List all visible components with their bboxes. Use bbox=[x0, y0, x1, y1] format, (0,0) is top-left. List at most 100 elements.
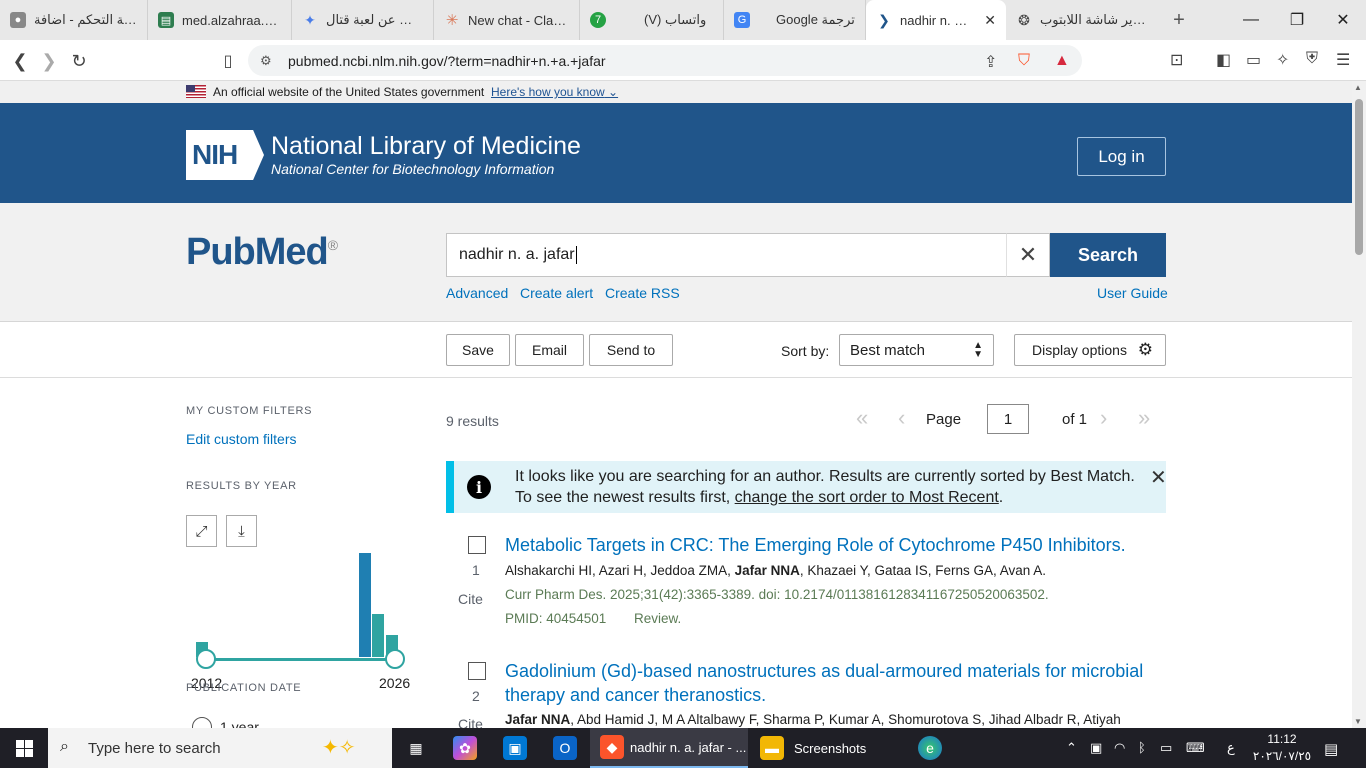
publication-date-heading: PUBLICATION DATE bbox=[186, 682, 302, 694]
browser-tab-alzahraa[interactable]: ▤ med.alzahraa.edu bbox=[148, 0, 292, 40]
send-to-button[interactable]: Send to bbox=[589, 334, 673, 366]
forward-icon[interactable]: ❯ bbox=[36, 48, 62, 74]
taskbar-brave-app[interactable]: ◆ nadhir n. a. jafar - ... bbox=[590, 728, 748, 768]
taskbar-screenshots-app[interactable]: ▬ Screenshots bbox=[752, 728, 902, 768]
display-options-button[interactable]: Display options ⚙ bbox=[1014, 334, 1166, 366]
heres-how-you-know-link[interactable]: Here's how you know ⌄ bbox=[491, 85, 618, 99]
scroll-up-icon[interactable]: ▲ bbox=[1354, 83, 1362, 92]
copilot-app-icon[interactable]: ✿ bbox=[453, 728, 479, 768]
user-icon: ● bbox=[10, 12, 26, 28]
wallet-icon[interactable]: ▭ bbox=[1246, 50, 1261, 70]
first-page-icon[interactable]: « bbox=[856, 405, 868, 431]
taskbar-clock[interactable]: 11:12 ٢٠٢٦/٠٧/٢٥ bbox=[1247, 731, 1317, 765]
results-by-year-chart: 2012 2026 bbox=[186, 515, 416, 691]
advanced-search-link[interactable]: Advanced bbox=[446, 285, 508, 301]
start-button[interactable] bbox=[0, 728, 48, 768]
keyboard-icon[interactable]: ⌨ bbox=[1186, 740, 1205, 756]
language-indicator[interactable]: ع bbox=[1227, 740, 1235, 756]
back-icon[interactable]: ❮ bbox=[7, 48, 33, 74]
next-page-icon[interactable]: › bbox=[1100, 405, 1107, 431]
site-settings-icon[interactable]: ⚙ bbox=[260, 53, 272, 69]
last-page-icon[interactable]: » bbox=[1138, 405, 1150, 431]
year-bar-2024[interactable] bbox=[359, 553, 371, 657]
copilot-icon[interactable]: ✦✧ bbox=[322, 735, 356, 760]
gov-banner: An official website of the United States… bbox=[0, 81, 1352, 103]
user-guide-link[interactable]: User Guide bbox=[1097, 285, 1168, 301]
sort-select[interactable]: Best match ▲ ▼ bbox=[839, 334, 994, 366]
menu-icon[interactable]: ☰ bbox=[1336, 50, 1350, 70]
reader-mode-icon[interactable]: ⊡ bbox=[1170, 50, 1183, 70]
result-type: Review. bbox=[634, 611, 682, 626]
pubmed-logo[interactable]: PubMed® bbox=[186, 231, 338, 274]
browser-tab-dashboard[interactable]: ● لوحة التحكم - اضافة bbox=[0, 0, 148, 40]
new-tab-button[interactable]: + bbox=[1162, 3, 1196, 37]
result-title-link[interactable]: Metabolic Targets in CRC: The Emerging R… bbox=[505, 533, 1155, 557]
vpn-icon[interactable]: ⛨ bbox=[1306, 50, 1318, 68]
scroll-down-icon[interactable]: ▼ bbox=[1354, 717, 1362, 726]
restore-button[interactable]: ❐ bbox=[1274, 0, 1320, 40]
reload-icon[interactable]: ↻ bbox=[66, 48, 92, 74]
nih-logo[interactable]: NIH bbox=[186, 130, 264, 180]
pubmed-icon: ❯ bbox=[878, 11, 890, 28]
leo-ai-icon[interactable]: ✧ bbox=[1276, 50, 1289, 70]
results-count: 9 results bbox=[446, 413, 499, 429]
year-bar-2025[interactable] bbox=[372, 614, 384, 657]
login-button[interactable]: Log in bbox=[1077, 137, 1166, 176]
translate-icon: G bbox=[734, 12, 750, 28]
browser-tab-claude[interactable]: ✳ New chat - Claude bbox=[434, 0, 580, 40]
share-icon[interactable]: ⇪ bbox=[984, 52, 997, 72]
show-hidden-icons[interactable]: ⌃ bbox=[1066, 740, 1077, 756]
url-field[interactable]: ⚙ pubmed.ncbi.nlm.nih.gov/?term=nadhir+n… bbox=[248, 45, 1082, 76]
edit-custom-filters-link[interactable]: Edit custom filters bbox=[186, 431, 296, 447]
nlm-title[interactable]: National Library of Medicine bbox=[271, 132, 581, 161]
save-button[interactable]: Save bbox=[446, 334, 510, 366]
minimize-button[interactable]: — bbox=[1228, 0, 1274, 40]
browser-tab-gemini[interactable]: ✦ البحث عن لعبة قتال bbox=[292, 0, 434, 40]
result-checkbox[interactable] bbox=[468, 662, 486, 680]
cite-button[interactable]: Cite bbox=[458, 591, 483, 607]
battery-icon[interactable]: ▭ bbox=[1160, 740, 1172, 756]
result-number: 2 bbox=[472, 688, 480, 704]
browser-tab-pubmed[interactable]: ❯ nadhir n. a. jafar ✕ bbox=[866, 0, 1006, 40]
custom-filters-heading: MY CUSTOM FILTERS bbox=[186, 405, 313, 417]
close-notice-icon[interactable]: ✕ bbox=[1150, 465, 1167, 490]
sidebar-toggle-icon[interactable]: ◧ bbox=[1216, 50, 1231, 70]
change-sort-link[interactable]: change the sort order to Most Recent bbox=[735, 489, 999, 506]
year-end-handle[interactable] bbox=[385, 649, 405, 669]
brave-rewards-icon[interactable]: ▲ bbox=[1054, 52, 1070, 70]
page-number-input[interactable]: 1 bbox=[987, 404, 1029, 434]
create-rss-link[interactable]: Create RSS bbox=[605, 285, 680, 301]
year-start-handle[interactable] bbox=[196, 649, 216, 669]
close-window-button[interactable]: ✕ bbox=[1320, 0, 1366, 40]
page-scrollbar[interactable]: ▲ ▼ bbox=[1352, 81, 1366, 728]
cite-button[interactable]: Cite bbox=[458, 716, 483, 728]
clear-search-icon[interactable]: ✕ bbox=[1006, 233, 1050, 277]
phone-link-icon[interactable]: ▣ bbox=[1090, 740, 1102, 756]
email-button[interactable]: Email bbox=[515, 334, 584, 366]
brave-shields-icon[interactable]: ⛉ bbox=[1018, 52, 1030, 70]
browser-tab-translate[interactable]: G Google ترجمة bbox=[724, 0, 866, 40]
folder-icon: ▬ bbox=[760, 736, 784, 760]
create-alert-link[interactable]: Create alert bbox=[520, 285, 593, 301]
outlook-icon[interactable]: O bbox=[553, 728, 579, 768]
close-tab-icon[interactable]: ✕ bbox=[984, 12, 996, 29]
result-title-link[interactable]: Gadolinium (Gd)-based nanostructures as … bbox=[505, 659, 1155, 707]
edge-icon[interactable]: e bbox=[918, 728, 944, 768]
notifications-icon[interactable]: ▤ bbox=[1324, 740, 1338, 758]
scrollbar-thumb[interactable] bbox=[1355, 99, 1363, 255]
browser-tab-chatgpt[interactable]: ❂ تصوير شاشة اللابتوب bbox=[1006, 0, 1156, 40]
one-year-radio[interactable] bbox=[192, 717, 212, 728]
search-input[interactable]: nadhir n. a. jafar bbox=[446, 233, 1006, 277]
browser-tab-whatsapp[interactable]: 7 (V) واتساب bbox=[580, 0, 724, 40]
wifi-icon[interactable]: ◠ bbox=[1114, 740, 1125, 756]
bookmark-icon[interactable]: ▯ bbox=[215, 48, 241, 74]
task-view-icon[interactable]: ▦ bbox=[404, 728, 430, 768]
bluetooth-icon[interactable]: ᛒ bbox=[1138, 740, 1146, 755]
prev-page-icon[interactable]: ‹ bbox=[898, 405, 905, 431]
result-checkbox[interactable] bbox=[468, 536, 486, 554]
sort-label: Sort by: bbox=[781, 343, 830, 359]
search-button[interactable]: Search bbox=[1050, 233, 1166, 277]
result-pmid: PMID: 40454501 bbox=[505, 611, 607, 626]
store-icon[interactable]: ▣ bbox=[503, 728, 529, 768]
taskbar-search[interactable]: ⌕ Type here to search ✦✧ bbox=[48, 728, 392, 768]
